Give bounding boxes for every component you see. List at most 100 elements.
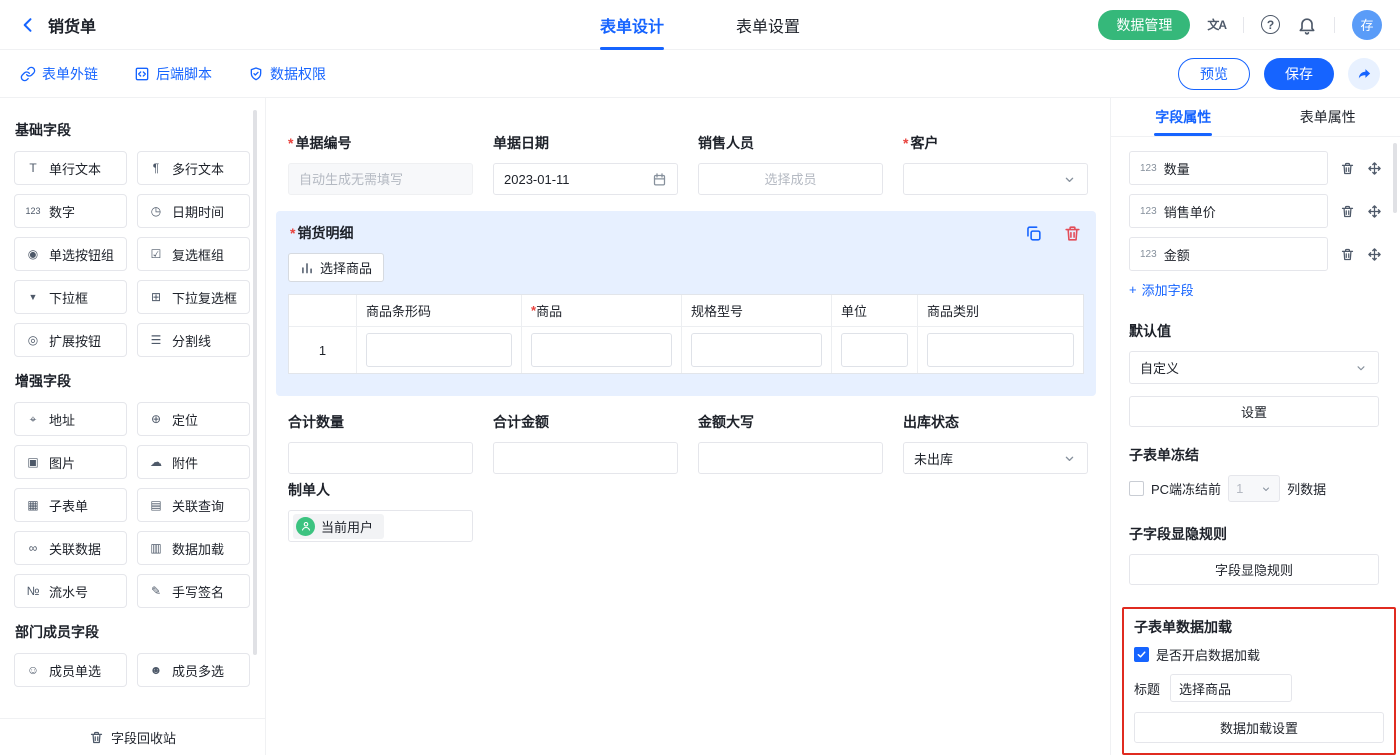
spec-input[interactable] [691, 333, 822, 367]
tab-form-settings[interactable]: 表单设置 [736, 0, 800, 50]
sidebar-scrollbar[interactable] [253, 110, 257, 655]
sidebar-item-multi-line-text[interactable]: ¶多行文本 [137, 151, 250, 185]
default-value-select[interactable]: 自定义 [1129, 351, 1379, 384]
item-label: 成员单选 [49, 661, 101, 680]
radio-group-icon: ◉ [23, 247, 43, 261]
data-load-title-input[interactable] [1170, 674, 1292, 702]
delete-field-icon[interactable] [1340, 247, 1355, 262]
order-no-input[interactable] [288, 163, 473, 195]
copy-icon[interactable] [1024, 224, 1043, 243]
sidebar-item-checkbox-group[interactable]: ☑复选框组 [137, 237, 250, 271]
default-value-setting-button[interactable]: 设置 [1129, 396, 1379, 427]
multi-select-icon: ⊞ [146, 290, 166, 304]
sidebar-item-member-single[interactable]: ☺成员单选 [14, 653, 127, 687]
stock-status-select[interactable]: 未出库 [903, 442, 1088, 474]
creator-field[interactable]: 当前用户 [288, 510, 473, 542]
page-title: 销货单 [48, 13, 96, 37]
field-recycle-bin[interactable]: 字段回收站 [0, 718, 265, 755]
subfield-qty[interactable]: 123 数量 [1129, 151, 1328, 185]
sidebar-item-member-multi[interactable]: ☻成员多选 [137, 653, 250, 687]
sidebar-item-radio-group[interactable]: ◉ 单选按钮组 [14, 237, 127, 271]
sidebar-item-number[interactable]: 123数字 [14, 194, 127, 228]
sidebar-item-attachment[interactable]: ☁附件 [137, 445, 250, 479]
translate-icon[interactable]: 文A [1207, 16, 1226, 33]
sidebar-item-select[interactable]: ▼下拉框 [14, 280, 127, 314]
backend-script-link[interactable]: 后端脚本 [134, 64, 212, 84]
subform-sales-detail[interactable]: *销货明细 选择商品 商品条形码 *商品 规格型号 单位 商品类别 [276, 211, 1096, 396]
freeze-column-select[interactable]: 1 [1228, 475, 1280, 502]
tab-field-properties[interactable]: 字段属性 [1111, 98, 1256, 136]
back-button[interactable] [18, 15, 38, 35]
sidebar-item-single-line-text[interactable]: T单行文本 [14, 151, 127, 185]
delete-field-icon[interactable] [1340, 161, 1355, 176]
sidebar-item-linked-data[interactable]: ∞关联数据 [14, 531, 127, 565]
item-label: 多行文本 [172, 159, 224, 178]
trash-icon[interactable] [1063, 224, 1082, 243]
preview-button[interactable]: 预览 [1178, 58, 1250, 90]
help-icon[interactable]: ? [1261, 15, 1280, 34]
total-qty-label: 合计数量 [288, 412, 473, 432]
move-field-icon[interactable] [1367, 204, 1382, 219]
display-rules-button[interactable]: 字段显隐规则 [1129, 554, 1379, 585]
move-field-icon[interactable] [1367, 247, 1382, 262]
sidebar-item-signature[interactable]: ✎手写签名 [137, 574, 250, 608]
chevron-down-icon [1062, 172, 1077, 187]
share-button[interactable] [1348, 58, 1380, 90]
sidebar-item-location[interactable]: ⊕定位 [137, 402, 250, 436]
total-amount-input[interactable] [493, 442, 678, 474]
freeze-column-count: 1 [1236, 481, 1243, 496]
save-button[interactable]: 保存 [1264, 58, 1334, 90]
panel-tabs: 字段属性 表单属性 [1111, 98, 1400, 137]
salesperson-input[interactable] [698, 163, 883, 195]
tab-form-design[interactable]: 表单设计 [600, 0, 664, 50]
product-input[interactable] [531, 333, 672, 367]
subform-table-header: 商品条形码 *商品 规格型号 单位 商品类别 [289, 295, 1083, 327]
move-field-icon[interactable] [1367, 161, 1382, 176]
top-header: 销货单 表单设计 表单设置 数据管理 文A ? 存 [0, 0, 1400, 50]
data-load-settings-button[interactable]: 数据加载设置 [1134, 712, 1384, 743]
sidebar-item-multi-select[interactable]: ⊞下拉复选框 [137, 280, 250, 314]
sidebar-item-linked-query[interactable]: ▤关联查询 [137, 488, 250, 522]
form-external-link[interactable]: 表单外链 [20, 64, 98, 84]
avatar[interactable]: 存 [1352, 10, 1382, 40]
total-qty-input[interactable] [288, 442, 473, 474]
tab-form-properties[interactable]: 表单属性 [1256, 98, 1400, 136]
barcode-input[interactable] [366, 333, 512, 367]
customer-select[interactable] [903, 163, 1088, 195]
subfield-amount[interactable]: 123 金额 [1129, 237, 1328, 271]
data-load-toggle-row: 是否开启数据加载 [1134, 645, 1384, 664]
bell-icon[interactable] [1297, 15, 1317, 35]
translate-glyph: 文A [1207, 16, 1226, 33]
item-label: 单选按钮组 [49, 245, 114, 264]
select-product-button[interactable]: 选择商品 [288, 253, 384, 282]
subfield-price[interactable]: 123 销售单价 [1129, 194, 1328, 228]
panel-scrollbar[interactable] [1393, 143, 1397, 213]
item-label: 日期时间 [172, 202, 224, 221]
data-permission-link[interactable]: 数据权限 [248, 64, 326, 84]
item-label: 成员多选 [172, 661, 224, 680]
unit-input[interactable] [841, 333, 908, 367]
sidebar-item-divider[interactable]: ☰分割线 [137, 323, 250, 357]
item-label: 子表单 [49, 496, 88, 515]
add-field-button[interactable]: + 添加字段 [1129, 280, 1382, 299]
category-input[interactable] [927, 333, 1074, 367]
sidebar-item-data-load[interactable]: ▥数据加载 [137, 531, 250, 565]
sidebar-item-serial-number[interactable]: №流水号 [14, 574, 127, 608]
amount-words-input[interactable] [698, 442, 883, 474]
delete-field-icon[interactable] [1340, 204, 1355, 219]
freeze-checkbox[interactable] [1129, 481, 1144, 496]
sidebar-item-datetime[interactable]: ◷日期时间 [137, 194, 250, 228]
number-type-icon: 123 [1140, 206, 1157, 217]
header-tabs: 表单设计 表单设置 [600, 0, 800, 50]
sidebar-item-address[interactable]: ⌖地址 [14, 402, 127, 436]
col-barcode: 商品条形码 [357, 295, 522, 326]
order-date-input[interactable]: 2023-01-11 [493, 163, 678, 195]
toolbar-links: 表单外链 后端脚本 数据权限 [20, 64, 326, 84]
data-manage-button[interactable]: 数据管理 [1098, 10, 1190, 40]
sidebar-item-subform[interactable]: ▦子表单 [14, 488, 127, 522]
sidebar-item-extend-button[interactable]: ◎扩展按钮 [14, 323, 127, 357]
sidebar-item-image[interactable]: ▣图片 [14, 445, 127, 479]
extend-button-icon: ◎ [23, 333, 43, 347]
data-load-checkbox[interactable] [1134, 647, 1149, 662]
section-enhanced-fields-title: 增强字段 [15, 371, 251, 391]
